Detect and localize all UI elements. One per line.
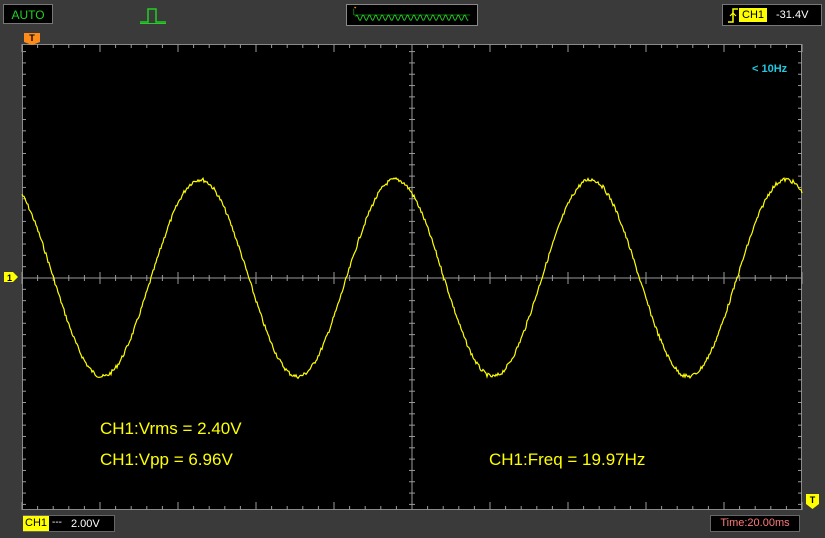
ch1-marker-label: 1 [7, 273, 12, 283]
channel-tag[interactable]: CH1 [23, 516, 50, 531]
volts-div-value: 2.00V [71, 518, 100, 530]
time-div-value[interactable]: Time:20.00ms [710, 515, 800, 532]
frequency-range-note: < 10Hz [752, 63, 788, 75]
grid [21, 44, 803, 510]
ch1-ground-marker[interactable]: 1 [4, 272, 18, 283]
trigger-time-marker[interactable]: T [24, 33, 40, 45]
freq-measurement: CH1:Freq = 19.97Hz [489, 450, 646, 469]
vrms-measurement: CH1:Vrms = 2.40V [100, 419, 242, 438]
vpp-measurement: CH1:Vpp = 6.96V [100, 450, 233, 469]
coupling-icon: --- [52, 517, 62, 528]
bottom-marker-label: T [810, 495, 816, 505]
trigger-position-marker-bottom[interactable]: T [806, 494, 819, 509]
status-bar [0, 512, 825, 538]
trigger-time-marker-label: T [29, 33, 35, 43]
